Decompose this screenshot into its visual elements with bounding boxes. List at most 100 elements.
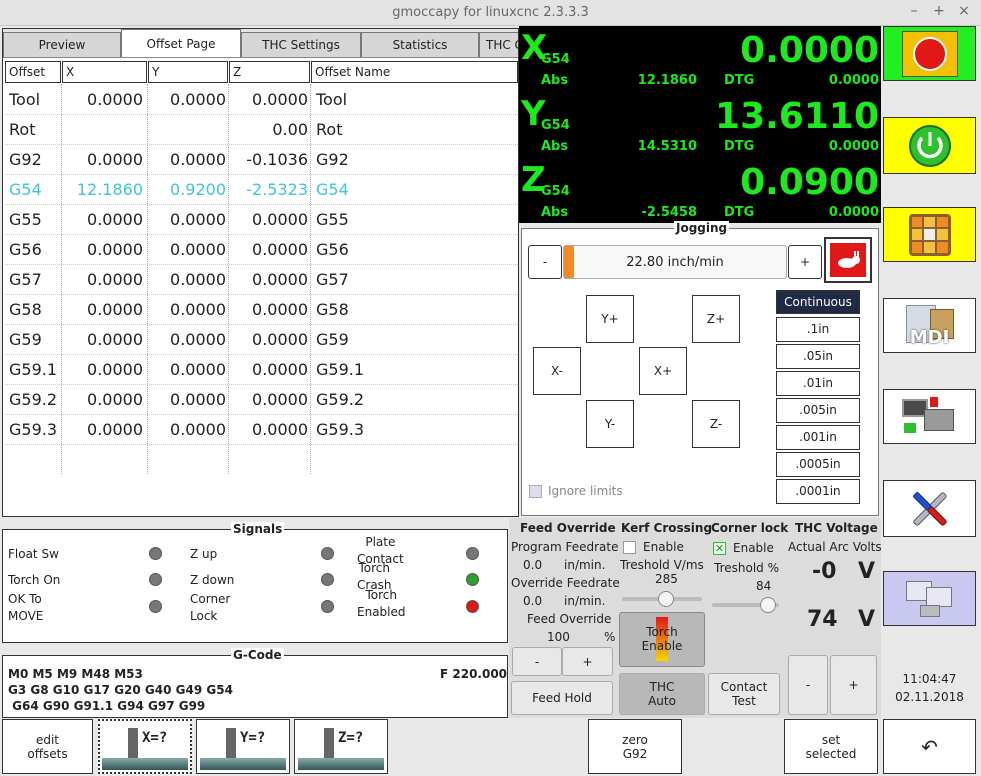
offset-cell-z: -2.5323 bbox=[246, 180, 308, 199]
manual-mode-button[interactable] bbox=[883, 207, 976, 262]
kerf-enable-checkbox[interactable] bbox=[623, 541, 636, 554]
signal-label: Float Sw bbox=[8, 547, 59, 561]
jog-x-plus-button[interactable]: X+ bbox=[639, 347, 687, 395]
col-header-y[interactable]: Y bbox=[148, 61, 228, 83]
mdi-mode-button[interactable]: MDI bbox=[883, 298, 976, 353]
corner-lock-checkbox[interactable]: ✕ bbox=[713, 542, 726, 555]
offset-row[interactable]: Rot 0.00 Rot bbox=[5, 114, 518, 144]
set-y-offset-button[interactable]: Y=? bbox=[196, 719, 290, 774]
estop-button[interactable] bbox=[883, 26, 976, 81]
tab-thc-g[interactable]: THC G bbox=[479, 32, 518, 57]
signal-led bbox=[466, 600, 479, 613]
col-header-offset-name[interactable]: Offset Name bbox=[311, 61, 518, 83]
tab-thc-settings[interactable]: THC Settings bbox=[241, 32, 361, 57]
signal-led bbox=[321, 600, 334, 613]
jog-increment-button[interactable]: .005in bbox=[776, 398, 860, 423]
dro-axis-y[interactable]: Y G54 13.6110 Abs 14.5310 DTG 0.0000 bbox=[519, 92, 881, 157]
maximize-icon[interactable]: + bbox=[930, 3, 948, 19]
offset-row[interactable]: G59.3 0.0000 0.0000 0.0000 G59.3 bbox=[5, 414, 518, 444]
offset-cell-name: G59 bbox=[316, 330, 349, 349]
offset-cell-y: 0.0000 bbox=[170, 330, 226, 349]
jog-x-minus-button[interactable]: X- bbox=[533, 347, 581, 395]
jog-increment-button[interactable]: .01in bbox=[776, 371, 860, 396]
turtle-rabbit-button[interactable] bbox=[824, 237, 872, 283]
offset-cell-name: G92 bbox=[316, 150, 349, 169]
mdi-icon: MDI bbox=[900, 303, 960, 349]
offset-cell-x: 0.0000 bbox=[87, 300, 143, 319]
offset-cell-y: 0.0000 bbox=[170, 300, 226, 319]
feed-hold-button[interactable]: Feed Hold bbox=[511, 681, 613, 715]
offset-cell-name: Rot bbox=[316, 120, 343, 139]
col-header-offset[interactable]: Offset bbox=[5, 61, 61, 83]
offset-row[interactable]: G59.1 0.0000 0.0000 0.0000 G59.1 bbox=[5, 354, 518, 384]
offset-row[interactable]: G58 0.0000 0.0000 0.0000 G58 bbox=[5, 294, 518, 324]
offset-cell-y: 0.0000 bbox=[170, 270, 226, 289]
dro-axis-z[interactable]: Z G54 0.0900 Abs -2.5458 DTG 0.0000 bbox=[519, 158, 881, 223]
jog-increment-button[interactable]: .001in bbox=[776, 425, 860, 450]
offset-cell-name: G57 bbox=[316, 270, 349, 289]
offset-row[interactable]: G92 0.0000 0.0000 -0.1036 G92 bbox=[5, 144, 518, 174]
active-gcodes-line1: G3 G8 G10 G17 G20 G40 G49 G54 bbox=[8, 683, 233, 697]
ignore-limits-checkbox[interactable] bbox=[529, 485, 542, 498]
offset-row[interactable]: G55 0.0000 0.0000 0.0000 G55 bbox=[5, 204, 518, 234]
feed-rate-value: F 220.000 bbox=[440, 667, 508, 681]
offset-row[interactable]: G54 12.1860 0.9200 -2.5323 G54 bbox=[5, 174, 518, 204]
undo-button[interactable]: ↶ bbox=[883, 719, 976, 774]
offset-row[interactable]: G56 0.0000 0.0000 0.0000 G56 bbox=[5, 234, 518, 264]
thc-auto-button[interactable]: THC Auto bbox=[619, 673, 705, 715]
jog-increment-button[interactable]: .1in bbox=[776, 317, 860, 342]
jog-increment-button[interactable]: .0005in bbox=[776, 452, 860, 477]
jog-increment-button[interactable]: .05in bbox=[776, 344, 860, 369]
col-header-z[interactable]: Z bbox=[229, 61, 310, 83]
feed-override-minus-button[interactable]: - bbox=[512, 647, 562, 676]
torch-enable-button[interactable]: Torch Enable bbox=[619, 612, 705, 667]
offset-row[interactable]: G59.2 0.0000 0.0000 0.0000 G59.2 bbox=[5, 384, 518, 414]
set-selected-button[interactable]: set selected bbox=[784, 719, 878, 774]
user-tabs-button[interactable] bbox=[883, 571, 976, 626]
settings-button[interactable] bbox=[883, 480, 976, 537]
offset-cell-y: 0.0000 bbox=[170, 150, 226, 169]
offset-row[interactable]: Tool 0.0000 0.0000 0.0000 Tool bbox=[5, 84, 518, 114]
kerf-threshold-knob[interactable] bbox=[658, 591, 674, 607]
actual-arc-volts-label: Actual Arc Volts bbox=[788, 540, 882, 554]
corner-threshold-knob[interactable] bbox=[760, 597, 777, 613]
signal-label: Z down bbox=[190, 573, 235, 587]
thc-volts-plus-button[interactable]: + bbox=[830, 655, 877, 715]
clock-date: 02.11.2018 bbox=[895, 690, 964, 704]
jog-speed-plus-button[interactable]: + bbox=[788, 245, 822, 279]
machine-power-button[interactable] bbox=[883, 117, 976, 174]
jog-z-minus-button[interactable]: Z- bbox=[692, 400, 740, 448]
offset-cell-x: 12.1860 bbox=[76, 180, 143, 199]
jog-increment-button[interactable]: .0001in bbox=[776, 479, 860, 504]
jog-y-minus-button[interactable]: Y- bbox=[586, 400, 634, 448]
dro-coord-system: G54 bbox=[541, 184, 570, 199]
tab-statistics[interactable]: Statistics bbox=[361, 32, 479, 57]
close-icon[interactable]: × bbox=[955, 3, 973, 19]
jog-z-plus-button[interactable]: Z+ bbox=[692, 295, 740, 343]
signal-led bbox=[321, 547, 334, 560]
col-header-x[interactable]: X bbox=[62, 61, 147, 83]
gcode-title: G-Code bbox=[231, 648, 284, 662]
set-x-offset-button[interactable]: X=? bbox=[98, 719, 192, 774]
offset-cell-name: G56 bbox=[316, 240, 349, 259]
offset-cell-x: 0.0000 bbox=[87, 270, 143, 289]
offset-cell-x: 0.0000 bbox=[87, 150, 143, 169]
jog-speed-minus-button[interactable]: - bbox=[528, 245, 562, 279]
set-z-offset-button[interactable]: Z=? bbox=[294, 719, 388, 774]
zero-g92-button[interactable]: zero G92 bbox=[588, 719, 682, 774]
edit-offsets-button[interactable]: edit offsets bbox=[2, 719, 93, 774]
jog-speed-slider[interactable]: 22.80 inch/min bbox=[563, 245, 787, 279]
tab-offset-page[interactable]: Offset Page bbox=[121, 29, 241, 57]
contact-test-button[interactable]: Contact Test bbox=[708, 673, 780, 715]
offset-row[interactable]: G57 0.0000 0.0000 0.0000 G57 bbox=[5, 264, 518, 294]
jog-y-plus-button[interactable]: Y+ bbox=[586, 295, 634, 343]
offset-row[interactable]: G59 0.0000 0.0000 0.0000 G59 bbox=[5, 324, 518, 354]
thc-volts-minus-button[interactable]: - bbox=[788, 655, 828, 715]
dro-axis-x[interactable]: X G54 0.0000 Abs 12.1860 DTG 0.0000 bbox=[519, 26, 881, 91]
feed-override-plus-button[interactable]: + bbox=[562, 647, 613, 676]
auto-mode-button[interactable] bbox=[883, 389, 976, 444]
minimize-icon[interactable]: – bbox=[905, 3, 923, 19]
tab-preview[interactable]: Preview bbox=[3, 32, 121, 57]
jog-increment-button[interactable]: Continuous bbox=[776, 290, 860, 314]
kerf-enable-label: Enable bbox=[643, 540, 684, 554]
